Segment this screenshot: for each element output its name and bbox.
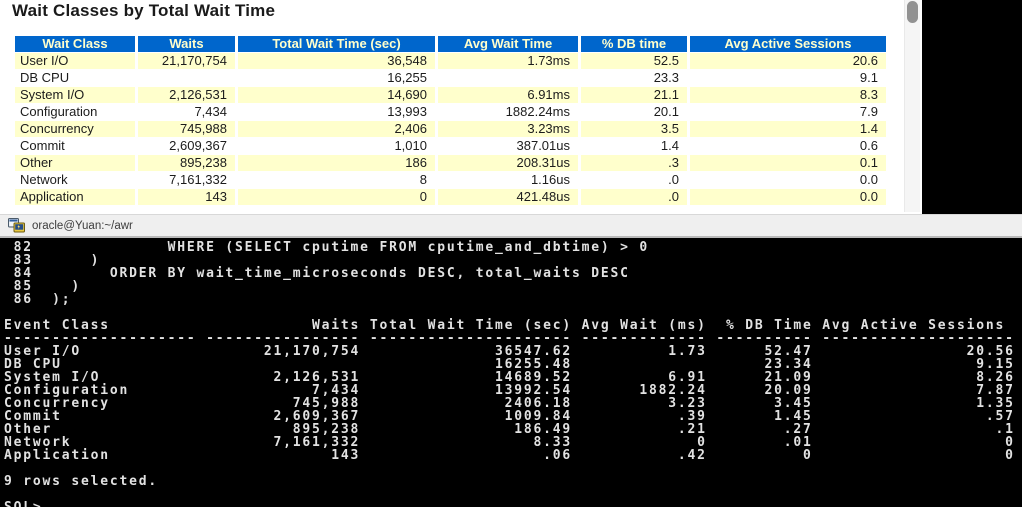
table-row: Other 895,238 186 208.31us .3 0.1: [15, 155, 886, 171]
table-row: Network 7,161,332 8 1.16us .0 0.0: [15, 172, 886, 188]
table-row: Configuration 7,434 13,993 1882.24ms 20.1 7.9: [15, 104, 886, 120]
table-row: System I/O 2,126,531 14,690 6.91ms 21.1 8.3: [15, 87, 886, 103]
table-cell: Network: [15, 172, 135, 188]
table-cell: 52.5: [581, 53, 687, 69]
table-cell: 0.0: [690, 189, 886, 205]
table-cell: Application: [15, 189, 135, 205]
table-row: User I/O 21,170,754 36,548 1.73ms 52.5 20.6: [15, 53, 886, 69]
table-cell: 8.3: [690, 87, 886, 103]
report-window: Wait Classes by Total Wait Time Wait Cla…: [0, 0, 922, 214]
table-cell: 16,255: [238, 70, 435, 86]
table-cell: 1.73ms: [438, 53, 578, 69]
column-header: Waits: [138, 36, 235, 52]
table-cell: 6.91ms: [438, 87, 578, 103]
table-cell: 20.1: [581, 104, 687, 120]
table-row: Concurrency 745,988 2,406 3.23ms 3.5 1.4: [15, 121, 886, 137]
column-header: Avg Wait Time: [438, 36, 578, 52]
table-cell: 36,548: [238, 53, 435, 69]
table-cell: 14,690: [238, 87, 435, 103]
table-cell: 421.48us: [438, 189, 578, 205]
table-cell: .0: [581, 189, 687, 205]
table-cell: 2,406: [238, 121, 435, 137]
table-cell: 7.9: [690, 104, 886, 120]
table-cell: [438, 70, 578, 86]
page-title: Wait Classes by Total Wait Time: [12, 1, 276, 20]
table-cell: 1.4: [581, 138, 687, 154]
table-cell: 7,434: [138, 104, 235, 120]
table-cell: DB CPU: [15, 70, 135, 86]
table-cell: Concurrency: [15, 121, 135, 137]
table-cell: 1.16us: [438, 172, 578, 188]
table-cell: Other: [15, 155, 135, 171]
table-cell: System I/O: [15, 87, 135, 103]
terminal[interactable]: 82 WHERE (SELECT cputime FROM cputime_an…: [0, 238, 1022, 507]
table-row: Commit 2,609,367 1,010 387.01us 1.4 0.6: [15, 138, 886, 154]
table-cell: 1882.24ms: [438, 104, 578, 120]
scrollbar-thumb[interactable]: [907, 1, 918, 23]
table-cell: 143: [138, 189, 235, 205]
table-cell: User I/O: [15, 53, 135, 69]
table-cell: 3.23ms: [438, 121, 578, 137]
terminal-title: oracle@Yuan:~/awr: [32, 219, 133, 232]
table-cell: 21.1: [581, 87, 687, 103]
table-cell: 3.5: [581, 121, 687, 137]
table-cell: Configuration: [15, 104, 135, 120]
table-row: Application 143 0 421.48us .0 0.0: [15, 189, 886, 205]
wait-class-table: Wait Class Waits Total Wait Time (sec) Avg …: [12, 35, 889, 206]
table-cell: 21,170,754: [138, 53, 235, 69]
table-cell: 2,609,367: [138, 138, 235, 154]
table-cell: 745,988: [138, 121, 235, 137]
table-cell: 20.6: [690, 53, 886, 69]
table-cell: 895,238: [138, 155, 235, 171]
table-cell: 208.31us: [438, 155, 578, 171]
table-cell: [138, 70, 235, 86]
table-cell: 23.3: [581, 70, 687, 86]
table-cell: Commit: [15, 138, 135, 154]
table-cell: 1.4: [690, 121, 886, 137]
scrollbar[interactable]: [904, 0, 920, 212]
table-cell: .3: [581, 155, 687, 171]
table-header-row: Wait Class Waits Total Wait Time (sec) Avg …: [15, 36, 886, 52]
table-cell: 0.6: [690, 138, 886, 154]
table-cell: 1,010: [238, 138, 435, 154]
column-header: Wait Class: [15, 36, 135, 52]
table-row: DB CPU 16,255 23.3 9.1: [15, 70, 886, 86]
table-cell: 0.1: [690, 155, 886, 171]
table-cell: 0.0: [690, 172, 886, 188]
table-cell: 9.1: [690, 70, 886, 86]
table-cell: 8: [238, 172, 435, 188]
terminal-output: 82 WHERE (SELECT cputime FROM cputime_an…: [4, 240, 1015, 507]
column-header: Total Wait Time (sec): [238, 36, 435, 52]
column-header: % DB time: [581, 36, 687, 52]
table-cell: 186: [238, 155, 435, 171]
table-cell: 0: [238, 189, 435, 205]
table-body: User I/O 21,170,754 36,548 1.73ms 52.5 20.6 DB…: [15, 53, 886, 205]
table-cell: 387.01us: [438, 138, 578, 154]
table-cell: .0: [581, 172, 687, 188]
terminal-titlebar[interactable]: oracle@Yuan:~/awr: [0, 214, 1022, 238]
table-cell: 13,993: [238, 104, 435, 120]
table-cell: 2,126,531: [138, 87, 235, 103]
terminal-icon: [8, 218, 25, 233]
table-cell: 7,161,332: [138, 172, 235, 188]
column-header: Avg Active Sessions: [690, 36, 886, 52]
